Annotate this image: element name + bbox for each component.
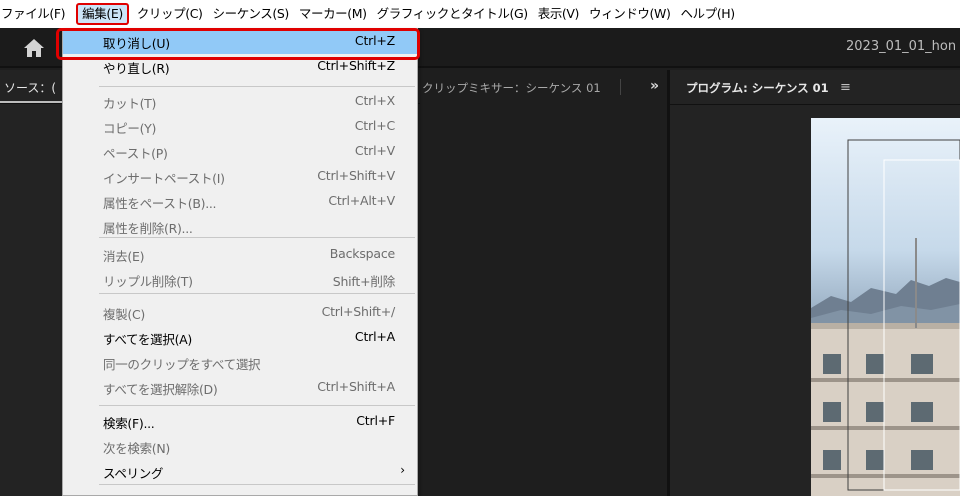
panel-overflow-icon[interactable]: » [650, 78, 659, 94]
menu-item-deselect-all[interactable]: すべてを選択解除(D) Ctrl+Shift+A [63, 376, 417, 400]
tab-clip-mixer[interactable]: クリップミキサー：シーケンス 01 [422, 80, 601, 96]
menu-item-shortcut: Ctrl+V [354, 143, 395, 158]
active-tab-indicator [0, 101, 62, 103]
menu-item-label: 次を検索(N) [103, 441, 171, 456]
home-icon[interactable] [22, 37, 46, 59]
menu-file[interactable]: ファイル(F) [0, 3, 70, 25]
menu-bar: ファイル(F) 編集(E) クリップ(C) シーケンス(S) マーカー(M) グ… [0, 0, 960, 28]
menu-item-cut[interactable]: カット(T) Ctrl+X [63, 90, 417, 114]
menu-item-clear[interactable]: 消去(E) Backspace [63, 243, 417, 267]
menu-graphics-titles[interactable]: グラフィックとタイトル(G) [372, 3, 533, 25]
menu-item-copy[interactable]: コピー(Y) Ctrl+C [63, 115, 417, 139]
menu-help[interactable]: ヘルプ(H) [675, 3, 739, 25]
menu-item-paste-attributes[interactable]: 属性をペースト(B)... Ctrl+Alt+V [63, 190, 417, 214]
menu-item-find[interactable]: 検索(F)... Ctrl+F [63, 410, 417, 434]
menu-edit[interactable]: 編集(E) [76, 3, 129, 25]
menu-item-label: 検索(F)... [103, 416, 155, 431]
menu-item-label: すべてを選択解除(D) [103, 382, 218, 397]
tab-source[interactable]: ソース：( [4, 79, 56, 96]
menu-item-spelling[interactable]: スペリング › [63, 460, 417, 484]
menu-item-label: カット(T) [103, 96, 157, 111]
menu-item-label: スペリング [103, 466, 164, 481]
menu-separator [99, 237, 415, 238]
menu-item-shortcut: Ctrl+A [354, 329, 395, 344]
menu-window[interactable]: ウィンドウ(W) [584, 3, 675, 25]
video-frame-image [811, 118, 960, 496]
menu-item-label: コピー(Y) [103, 121, 157, 136]
menu-marker[interactable]: マーカー(M) [294, 3, 372, 25]
menu-item-paste[interactable]: ペースト(P) Ctrl+V [63, 140, 417, 164]
menu-separator [99, 405, 415, 406]
menu-separator [99, 484, 415, 485]
tab-program[interactable]: プログラム: シーケンス 01 [686, 80, 829, 96]
program-monitor-video[interactable] [811, 118, 960, 496]
menu-item-label: 属性を削除(R)... [103, 221, 193, 236]
menu-item-redo[interactable]: やり直し(R) Ctrl+Shift+Z [63, 55, 417, 79]
project-title: 2023_01_01_hon [846, 39, 957, 54]
edit-menu-dropdown: 取り消し(U) Ctrl+Z やり直し(R) Ctrl+Shift+Z カット(T) Ct… [62, 28, 418, 496]
menu-clip[interactable]: クリップ(C) [132, 3, 208, 25]
menu-item-remove-attributes[interactable]: 属性を削除(R)... [63, 215, 417, 239]
menu-item-duplicate[interactable]: 複製(C) Ctrl+Shift+/ [63, 301, 417, 325]
menu-item-shortcut: Ctrl+X [354, 93, 395, 108]
menu-item-label: すべてを選択(A) [103, 332, 192, 347]
menu-item-shortcut: Backspace [329, 246, 395, 261]
menu-item-label: 属性をペースト(B)... [103, 196, 217, 211]
menu-item-label: ペースト(P) [103, 146, 168, 161]
tab-underline [670, 104, 960, 105]
menu-sequence[interactable]: シーケンス(S) [208, 3, 294, 25]
menu-item-shortcut: Ctrl+Alt+V [328, 193, 395, 208]
menu-item-label: 複製(C) [103, 307, 145, 322]
menu-item-label: 取り消し(U) [103, 36, 170, 51]
menu-separator [99, 86, 415, 87]
menu-item-label: やり直し(R) [103, 61, 170, 76]
menu-item-shortcut: Ctrl+Shift+A [317, 379, 395, 394]
menu-item-find-next[interactable]: 次を検索(N) [63, 435, 417, 459]
panel-menu-icon[interactable]: ≡ [840, 80, 851, 95]
menu-item-shortcut: Ctrl+F [356, 413, 395, 428]
menu-item-select-all[interactable]: すべてを選択(A) Ctrl+A [63, 326, 417, 350]
chevron-right-icon: › [400, 463, 405, 477]
menu-item-label: 同一のクリップをすべて選択 [103, 357, 261, 372]
menu-separator [99, 293, 415, 294]
menu-item-shortcut: Ctrl+Z [354, 33, 395, 48]
menu-view[interactable]: 表示(V) [533, 3, 584, 25]
menu-item-label: リップル削除(T) [103, 274, 193, 289]
menu-item-select-all-matching[interactable]: 同一のクリップをすべて選択 [63, 351, 417, 375]
menu-item-shortcut: Ctrl+Shift+V [317, 168, 395, 183]
menu-item-insert-paste[interactable]: インサートペースト(I) Ctrl+Shift+V [63, 165, 417, 189]
menu-item-shortcut: Ctrl+Shift+/ [321, 304, 396, 319]
menu-item-ripple-delete[interactable]: リップル削除(T) Shift+削除 [63, 268, 417, 292]
menu-item-shortcut: Shift+削除 [332, 274, 395, 289]
menu-item-label: 消去(E) [103, 249, 145, 264]
menu-item-label: インサートペースト(I) [103, 171, 225, 186]
tab-divider [620, 79, 621, 95]
menu-item-shortcut: Ctrl+Shift+Z [317, 58, 395, 73]
menu-item-undo[interactable]: 取り消し(U) Ctrl+Z [63, 30, 417, 54]
menu-item-shortcut: Ctrl+C [354, 118, 395, 133]
